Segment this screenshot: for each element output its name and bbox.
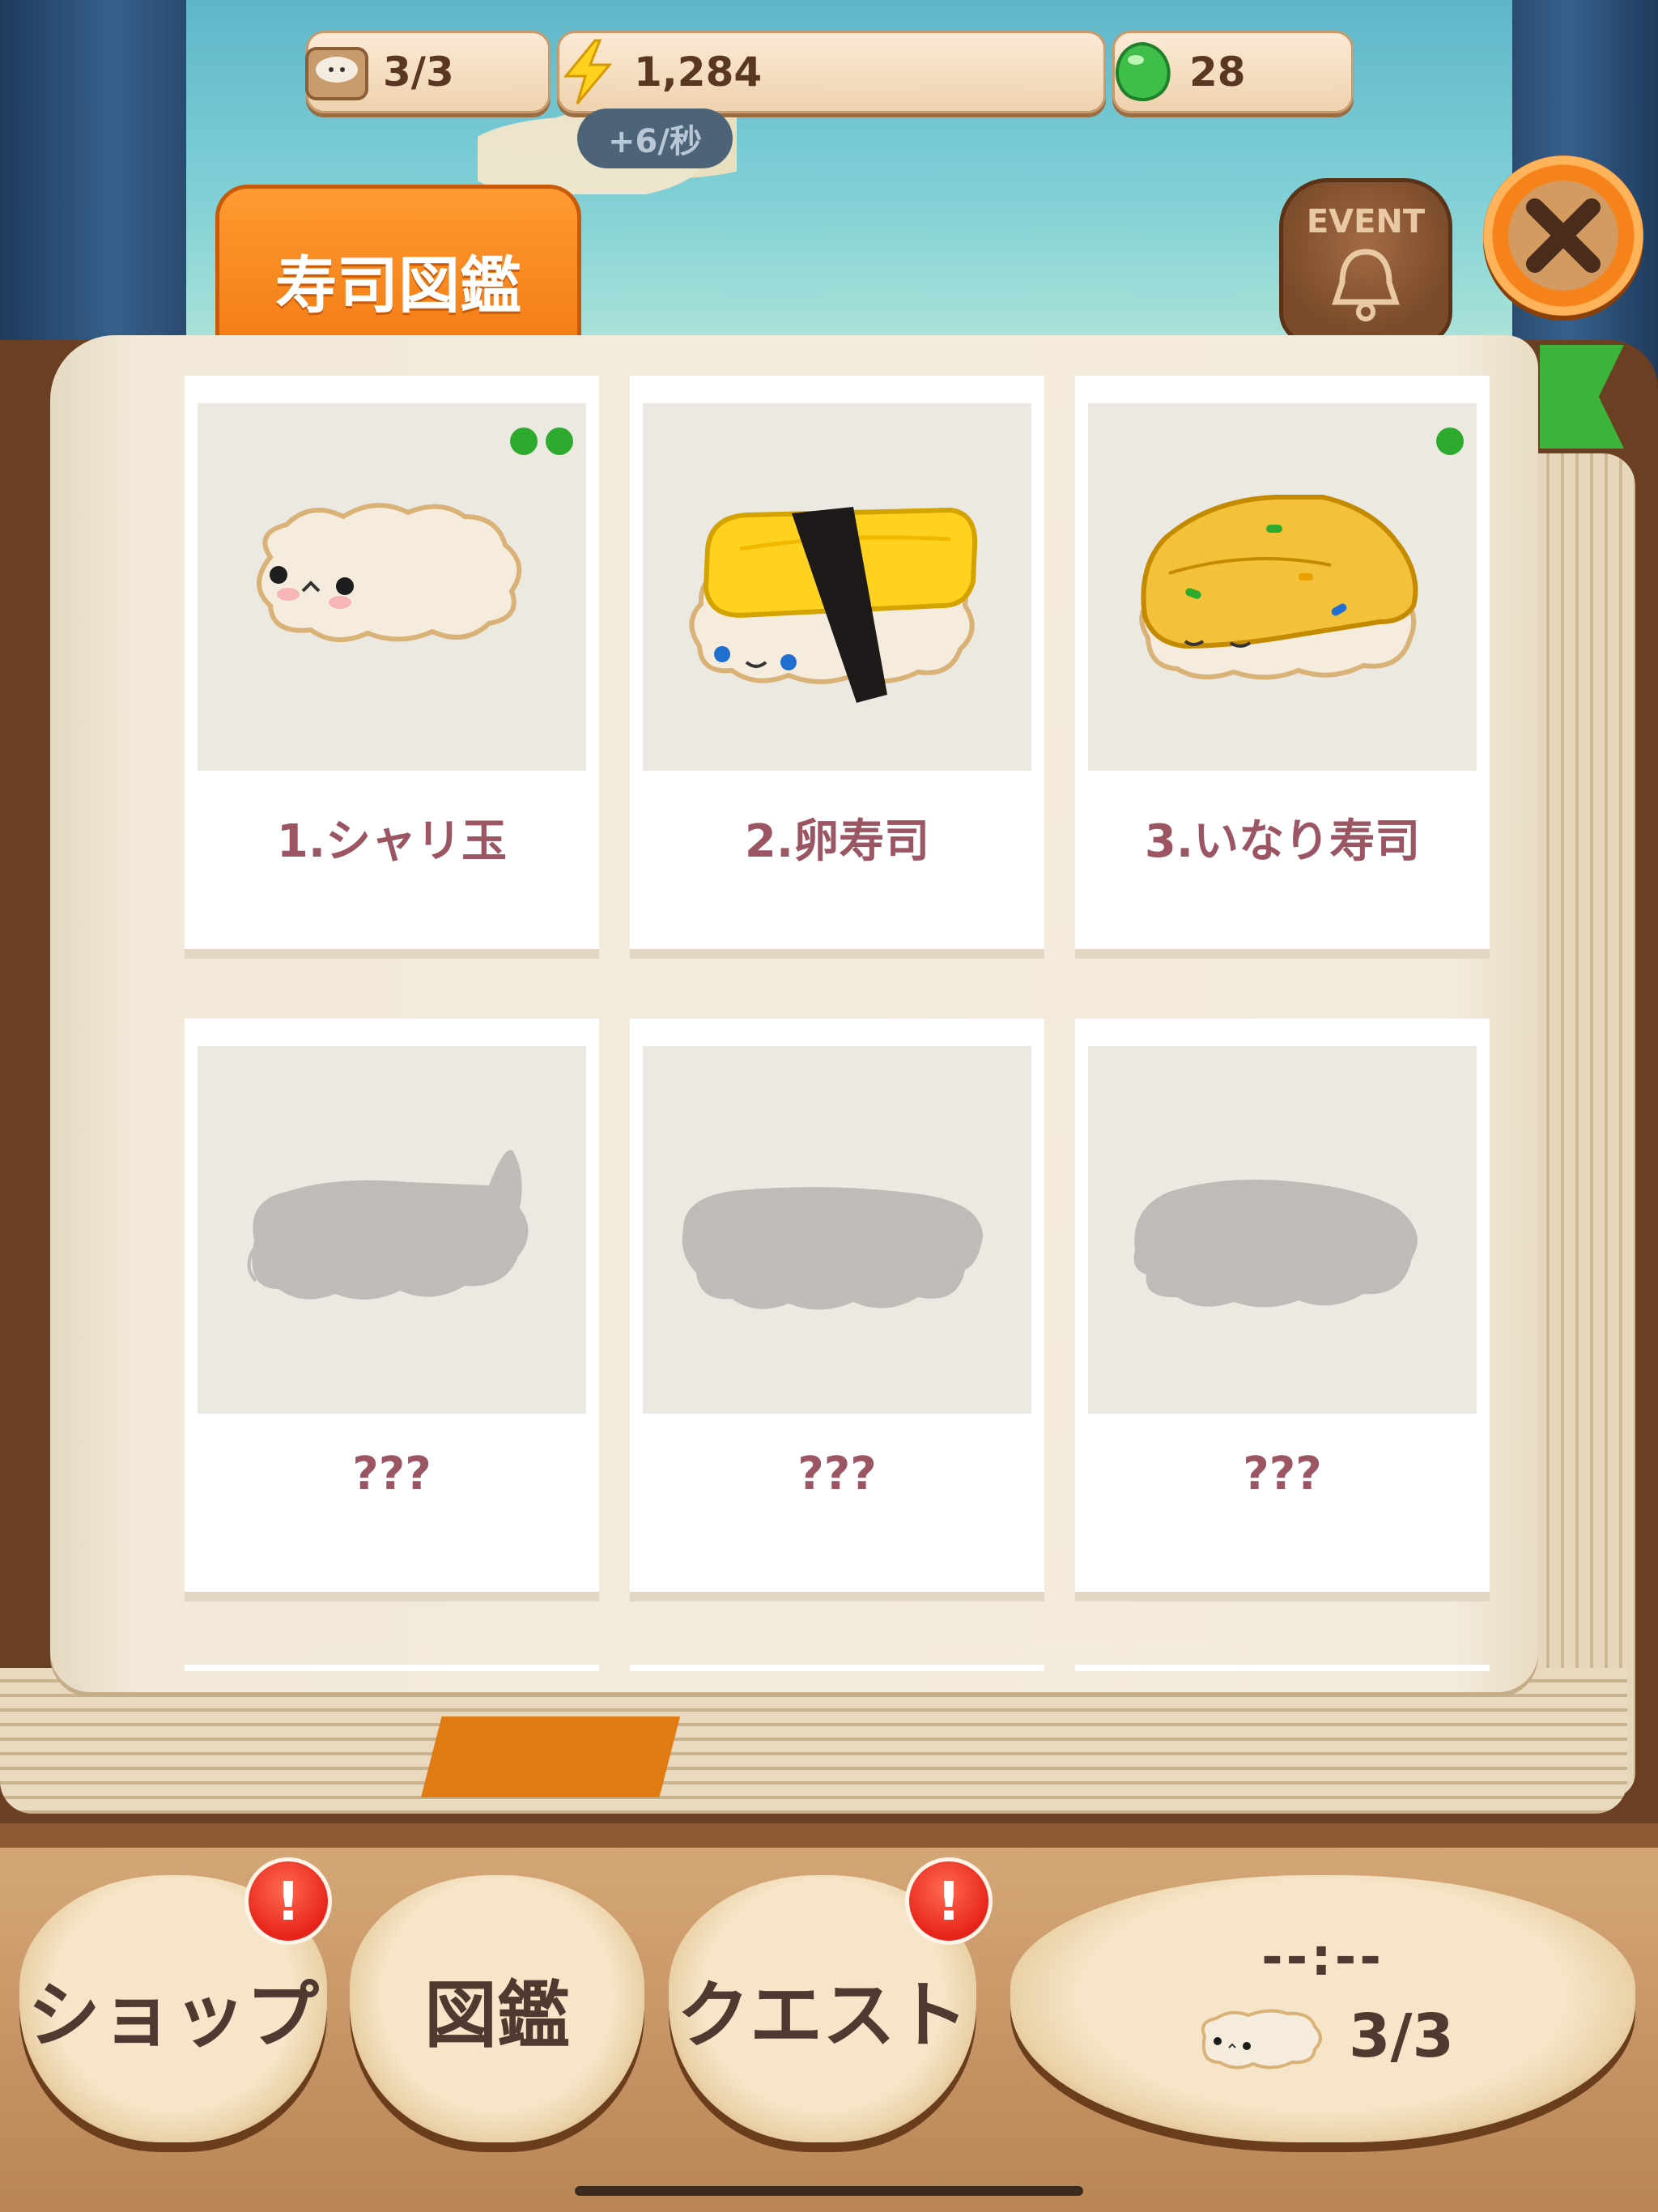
card-image (643, 403, 1031, 771)
card-image (1088, 403, 1477, 771)
energy-counter[interactable]: 1,284 (557, 31, 1106, 113)
sushi-silhouette-icon (682, 1187, 983, 1310)
close-button[interactable] (1483, 155, 1643, 316)
card-image (198, 403, 586, 771)
sushi-card-1[interactable]: 1.シャリ玉 (185, 376, 599, 949)
card-image (198, 1046, 586, 1414)
energy-value: 1,284 (634, 49, 763, 96)
badge-dot (1436, 428, 1464, 455)
sushi-card-5-locked[interactable]: ??? (630, 1019, 1044, 1592)
inari-sushi-icon (1139, 495, 1418, 680)
rice-box-icon (302, 37, 372, 107)
capacity-counter[interactable]: 3/3 (305, 31, 551, 113)
bell-icon (1332, 249, 1400, 321)
green-gem-icon (1108, 37, 1178, 107)
event-label: EVENT (1306, 203, 1426, 240)
close-icon (1526, 198, 1601, 273)
collected-dots (1436, 428, 1464, 455)
gem-counter[interactable]: 28 (1112, 31, 1354, 113)
shop-label: ショップ (28, 1973, 319, 2058)
tamago-sushi-icon (689, 507, 978, 703)
sushi-silhouette-icon (1133, 1179, 1418, 1308)
bookmark-ribbon (421, 1716, 680, 1797)
sushi-name: ??? (797, 1448, 877, 1500)
sushi-card-6-locked[interactable]: ??? (1075, 1019, 1490, 1592)
book-label: 図鑑 (424, 1973, 570, 2058)
sushi-card-2[interactable]: 2.卵寿司 (630, 376, 1044, 949)
sushi-name: ??? (352, 1448, 432, 1500)
sushi-card-4-locked[interactable]: ??? (185, 1019, 599, 1592)
shrimp-silhouette-icon (247, 1150, 529, 1300)
wood-strip (0, 1823, 1658, 1848)
sushi-name: ??? (1243, 1448, 1322, 1500)
event-button[interactable]: EVENT (1279, 178, 1452, 345)
collected-dots (510, 428, 573, 455)
card-image (643, 1046, 1031, 1414)
rice-ball-icon (1201, 2009, 1322, 2069)
timer-text: --:-- (1261, 1928, 1384, 1988)
sushi-name: 3.いなり寿司 (1144, 815, 1421, 868)
sushi-book-tab[interactable]: 寿司図鑑 (215, 185, 581, 347)
next-row-card-edge (630, 1665, 1044, 1671)
energy-rate-badge: +6/秒 (577, 108, 733, 168)
badge-dot (546, 428, 573, 455)
sushi-name: 1.シャリ玉 (276, 815, 508, 868)
shop-alert-badge: ! (244, 1857, 332, 1945)
card-image (1088, 1046, 1477, 1414)
badge-dot (510, 428, 538, 455)
next-row-card-edge (185, 1665, 599, 1671)
home-indicator[interactable] (575, 2186, 1083, 2196)
sushi-card-3[interactable]: 3.いなり寿司 (1075, 376, 1490, 949)
capacity-value: 3/3 (383, 49, 454, 96)
production-timer-button[interactable]: --:-- 3/3 (1010, 1875, 1635, 2142)
sushi-name: 2.卵寿司 (744, 815, 930, 868)
next-row-card-edge (1075, 1665, 1490, 1671)
quest-alert-badge: ! (905, 1857, 993, 1945)
quest-label: クエスト (677, 1973, 968, 2058)
gem-value: 28 (1189, 49, 1246, 96)
lightning-icon (553, 37, 623, 107)
shari-rice-ball-icon (257, 503, 522, 643)
count-text: 3/3 (1348, 2001, 1454, 2071)
book-button[interactable]: 図鑑 (350, 1875, 644, 2142)
